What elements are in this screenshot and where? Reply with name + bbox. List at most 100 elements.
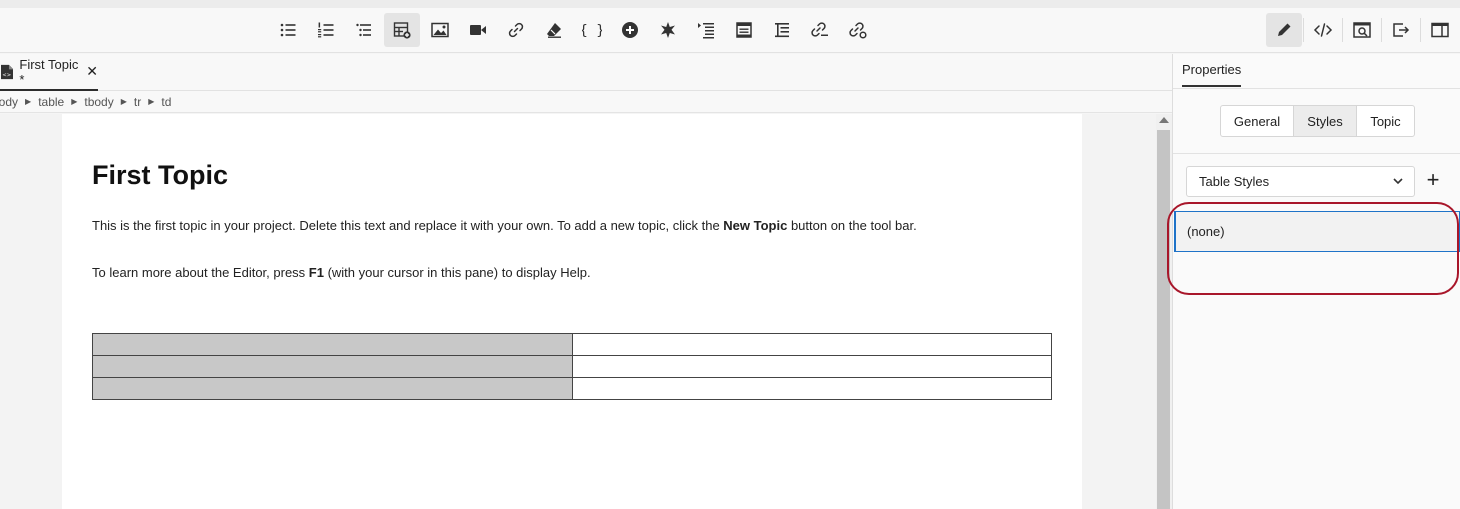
properties-panel: Properties General Styles Topic Table St… (1167, 54, 1460, 509)
breadcrumb-item[interactable]: table (38, 95, 64, 109)
preview-button[interactable] (1344, 13, 1380, 47)
table-cell[interactable] (572, 355, 1052, 378)
paragraph-text: To learn more about the Editor, press (92, 265, 309, 280)
breadcrumb-arrow-icon: ▶ (25, 97, 32, 106)
multilevel-list-icon (356, 23, 371, 37)
intro-paragraph[interactable]: This is the first topic in your project.… (92, 218, 917, 233)
toolbar-separator (1420, 18, 1421, 42)
indent-list-icon (698, 23, 714, 39)
table-row (92, 355, 1052, 378)
topic-file-icon: <> (1, 64, 14, 79)
clear-format-icon (547, 23, 561, 38)
topic-heading[interactable]: First Topic (92, 160, 228, 191)
chevron-down-icon (1393, 178, 1403, 185)
tree-button[interactable] (764, 13, 800, 47)
editor-scrollbar[interactable] (1156, 114, 1172, 509)
panel-toggle-icon (1431, 22, 1449, 38)
close-tab-icon[interactable]: ✕ (86, 63, 98, 80)
variable-button[interactable] (650, 13, 686, 47)
tab-first-topic[interactable]: <> First Topic * ✕ (0, 54, 98, 91)
table-cell[interactable] (92, 355, 573, 378)
condition-button[interactable] (726, 13, 762, 47)
variable-icon (661, 22, 675, 38)
table-row (92, 377, 1052, 400)
style-list-item[interactable]: (none) (1174, 211, 1460, 252)
properties-tab-group: General Styles Topic (1220, 105, 1415, 137)
breadcrumb-item[interactable]: tbody (84, 95, 113, 109)
table-cell[interactable] (92, 333, 573, 356)
bulleted-list-icon (280, 23, 296, 37)
breadcrumb-item[interactable]: body (0, 95, 18, 109)
tab-topic[interactable]: Topic (1357, 106, 1414, 136)
insert-video-icon (470, 25, 486, 35)
toolbar-separator (1303, 18, 1304, 42)
edit-pencil-icon (1278, 23, 1291, 36)
indent-list-button[interactable] (688, 13, 724, 47)
tab-general[interactable]: General (1221, 106, 1294, 136)
editor-toolbar: { } (0, 8, 1460, 53)
topic-page[interactable]: First Topic This is the first topic in y… (62, 114, 1082, 509)
scroll-up-arrow-icon[interactable] (1159, 117, 1169, 123)
paragraph-text: button on the tool bar. (787, 218, 917, 233)
panel-toggle-button[interactable] (1422, 13, 1458, 47)
document-tab-bar: <> First Topic * ✕ (0, 54, 1172, 91)
clear-format-button[interactable] (536, 13, 572, 47)
code-snippet-button[interactable]: { } (574, 13, 610, 47)
numbered-list-icon (318, 22, 334, 38)
toolbar-separator (1381, 18, 1382, 42)
link-settings-button[interactable] (840, 13, 876, 47)
table-row (92, 333, 1052, 356)
multilevel-list-button[interactable] (346, 13, 382, 47)
table-cell[interactable] (572, 333, 1052, 356)
svg-text:<>: <> (2, 72, 11, 78)
toolbar-separator (1342, 18, 1343, 42)
editor-canvas[interactable]: First Topic This is the first topic in y… (0, 114, 1156, 509)
add-circle-icon (622, 22, 638, 38)
style-type-dropdown[interactable]: Table Styles (1186, 166, 1415, 197)
bulleted-list-button[interactable] (270, 13, 306, 47)
source-code-icon (1313, 23, 1333, 37)
numbered-list-button[interactable] (308, 13, 344, 47)
edit-mode-button[interactable] (1266, 13, 1302, 47)
insert-link-icon (508, 22, 524, 38)
preview-icon (1353, 22, 1371, 38)
paragraph-bold-text: New Topic (723, 218, 788, 233)
link-settings-icon (849, 22, 867, 39)
insert-video-button[interactable] (460, 13, 496, 47)
tab-label: First Topic * (19, 56, 79, 87)
content-table[interactable] (92, 333, 1052, 400)
breadcrumb-item[interactable]: tr (134, 95, 141, 109)
table-cell[interactable] (92, 377, 573, 400)
tree-icon (775, 23, 789, 38)
breadcrumb-arrow-icon: ▶ (71, 97, 78, 106)
panel-header-divider (1173, 88, 1460, 89)
window-top-strip (0, 0, 1460, 8)
export-icon (1393, 23, 1410, 37)
add-circle-button[interactable] (612, 13, 648, 47)
panel-divider (1173, 153, 1460, 154)
dropdown-value: Table Styles (1199, 174, 1270, 189)
breadcrumb-item[interactable]: td (161, 95, 171, 109)
link-edit-icon (811, 22, 828, 37)
breadcrumb-arrow-icon: ▶ (120, 97, 127, 106)
paragraph-text: This is the first topic in your project.… (92, 218, 724, 233)
source-code-button[interactable] (1305, 13, 1341, 47)
table-cell[interactable] (572, 377, 1052, 400)
condition-icon (736, 22, 752, 38)
paragraph-text: (with your cursor in this pane) to displ… (323, 265, 591, 280)
insert-table-button[interactable] (384, 13, 420, 47)
link-edit-button[interactable] (802, 13, 838, 47)
code-snippet-icon: { } (582, 23, 602, 39)
insert-link-button[interactable] (498, 13, 534, 47)
insert-table-icon (393, 22, 411, 39)
insert-image-icon (431, 22, 449, 38)
help-paragraph[interactable]: To learn more about the Editor, press F1… (92, 265, 591, 280)
breadcrumb-arrow-icon: ▶ (148, 97, 155, 106)
properties-panel-title[interactable]: Properties (1182, 62, 1242, 87)
add-style-button[interactable]: + (1423, 169, 1443, 193)
element-breadcrumb: body ▶ table ▶ tbody ▶ tr ▶ td (0, 91, 1172, 113)
tab-styles[interactable]: Styles (1294, 106, 1357, 136)
insert-image-button[interactable] (422, 13, 458, 47)
scrollbar-thumb[interactable] (1157, 130, 1170, 509)
export-button[interactable] (1383, 13, 1419, 47)
